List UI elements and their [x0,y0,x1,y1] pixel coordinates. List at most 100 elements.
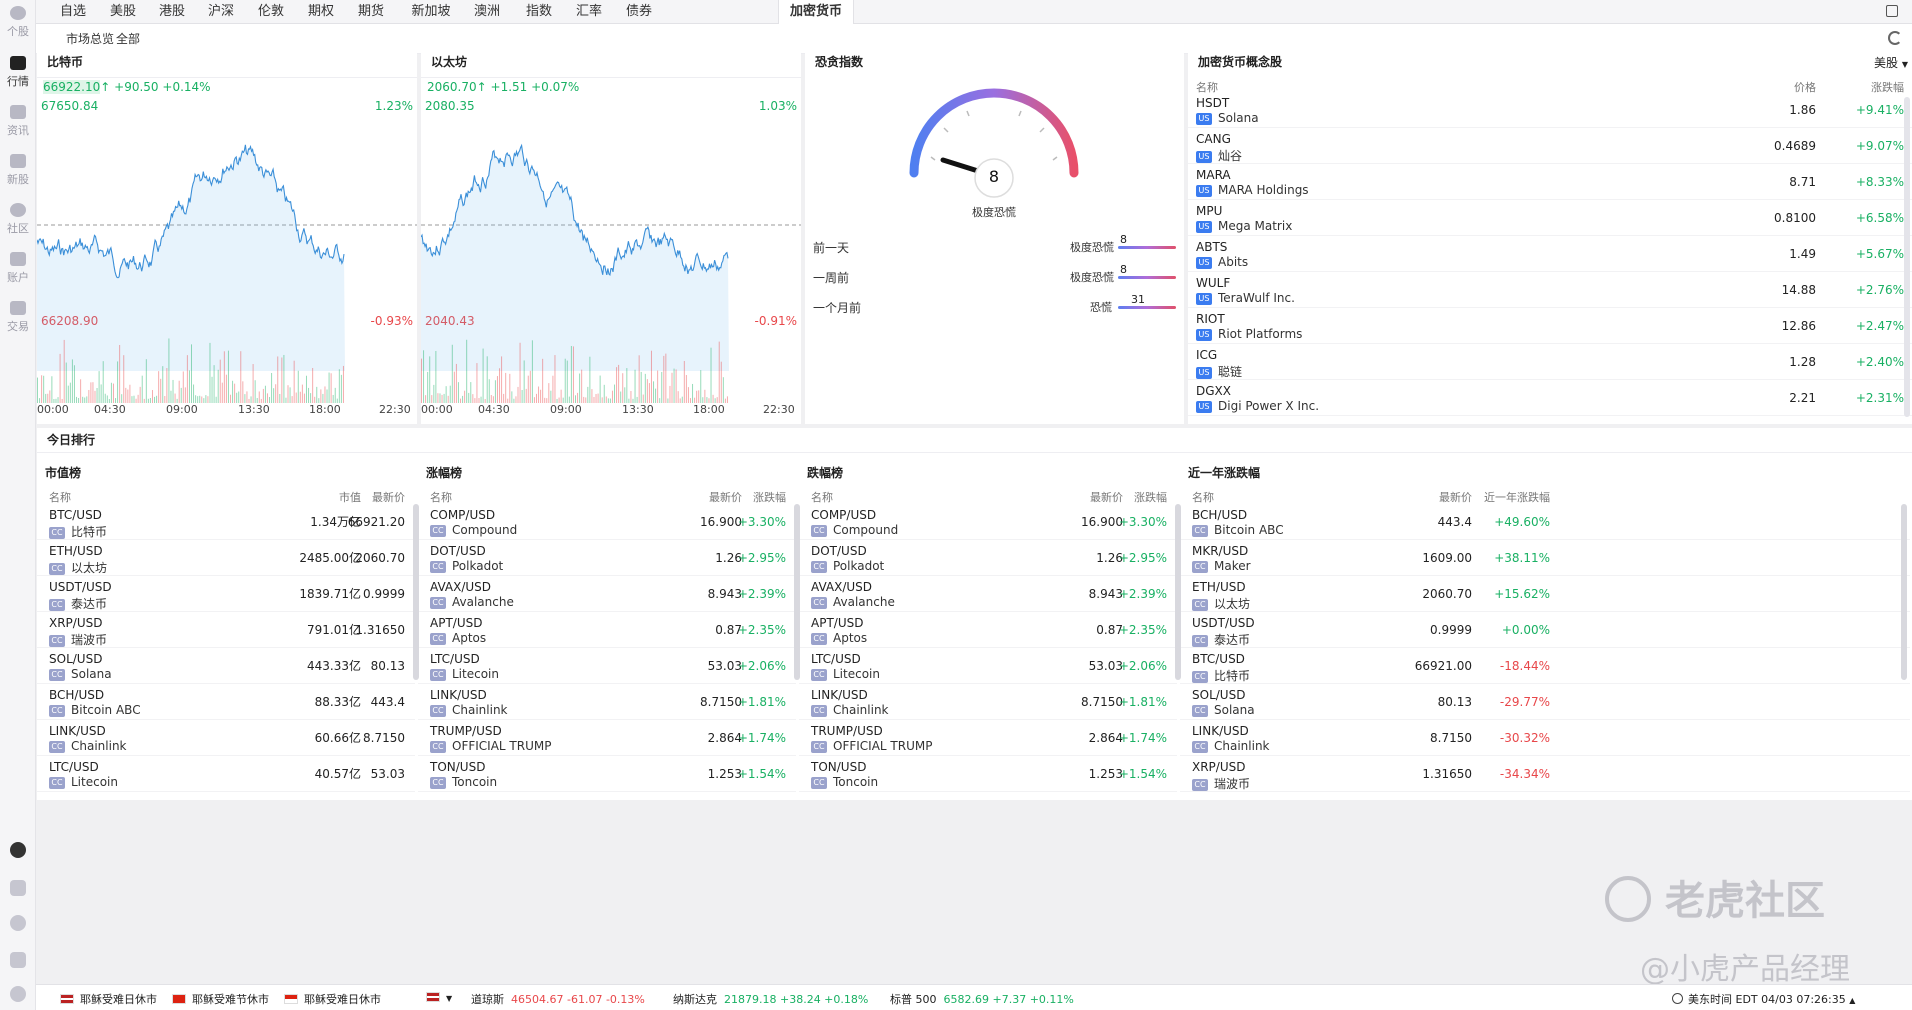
volume-bar [199,395,201,403]
index-sp500[interactable]: 标普 500 6582.69 +7.37 +0.11% [890,991,1074,1007]
ranking-row[interactable]: TRUMP/USD CC OFFICIAL TRUMP 2.864 +1.74% [799,720,1177,756]
ranking-row[interactable]: LTC/USD CC Litecoin 53.03 +2.06% [799,648,1177,684]
tab-hk-stocks[interactable]: 港股 [149,0,195,24]
concept-stock-row[interactable]: WULF US TeraWulf Inc. 14.88 +2.76% [1188,272,1912,308]
index-nasdaq[interactable]: 纳斯达克 21879.18 +38.24 +0.18% [673,991,868,1007]
sidebar-item-market[interactable]: 行情 [0,56,36,89]
ranking-row[interactable]: APT/USD CC Aptos 0.87 +2.35% [418,612,796,648]
volume-bar [252,364,254,403]
pair-symbol: APT/USD [811,616,864,630]
concept-stock-row[interactable]: CANG US 灿谷 0.4689 +9.07% [1188,128,1912,164]
tab-watchlist[interactable]: 自选 [50,0,96,24]
pair-name-line: CC Polkadot [430,559,503,573]
ranking-row[interactable]: LINK/USD CC Chainlink 8.7150 +1.81% [799,684,1177,720]
ranking-row[interactable]: COMP/USD CC Compound 16.900 +3.30% [418,504,796,540]
scrollbar[interactable] [1901,504,1907,680]
sidebar-item-community[interactable]: 社区 [0,203,36,236]
btc-price-chart[interactable] [37,97,417,407]
ranking-row[interactable]: AVAX/USD CC Avalanche 8.943 +2.39% [418,576,796,612]
tab-bonds[interactable]: 债券 [616,0,662,24]
ranking-row[interactable]: BTC/USD CC 比特币 66921.00 -18.44% [1180,648,1910,684]
refresh-icon[interactable] [1888,31,1902,45]
ranking-row[interactable]: TON/USD CC Toncoin 1.253 +1.54% [418,756,796,792]
volume-bar [542,358,544,403]
concept-stock-row[interactable]: RIOT US Riot Platforms 12.86 +2.47% [1188,308,1912,344]
ranking-row[interactable]: USDT/USD CC 泰达币 0.9999 +0.00% [1180,612,1910,648]
ranking-row[interactable]: AVAX/USD CC Avalanche 8.943 +2.39% [799,576,1177,612]
ranking-row[interactable]: LINK/USD CC Chainlink 8.7150 -30.32% [1180,720,1910,756]
index-market-selector[interactable]: ▼ [426,991,452,1004]
volume-bar [217,369,219,403]
concept-stock-row[interactable]: ICG US 聪链 1.28 +2.40% [1188,344,1912,380]
tab-options[interactable]: 期权 [298,0,344,24]
tab-forex[interactable]: 汇率 [566,0,612,24]
pair-name-line: CC 泰达币 [1192,631,1250,648]
pair-symbol: COMP/USD [811,508,877,522]
ranking-row[interactable]: LTC/USD CC Litecoin 53.03 +2.06% [418,648,796,684]
scrollbar[interactable] [413,504,419,680]
mail-icon[interactable] [10,952,26,968]
scrollbar[interactable] [794,504,800,680]
concept-stock-row[interactable]: ABTS US Abits 1.49 +5.67% [1188,236,1912,272]
market-selector[interactable]: 美股 ▼ [1874,54,1908,71]
sidebar-item-news[interactable]: 资讯 [0,105,36,138]
index-dow[interactable]: 道琼斯 46504.67 -61.07 -0.13% [471,991,645,1007]
ranking-row[interactable]: SOL/USD CC Solana 80.13 -29.77% [1180,684,1910,720]
tab-futures[interactable]: 期货 [348,0,394,24]
crypto-badge: CC [811,705,827,717]
volume-bar [425,395,427,403]
volume-bar [421,358,422,403]
caret-down-icon: ▼ [1901,60,1908,69]
scrollbar[interactable] [1175,504,1181,680]
ranking-row[interactable]: TRUMP/USD CC OFFICIAL TRUMP 2.864 +1.74% [418,720,796,756]
grid-icon[interactable] [10,880,26,896]
holiday-text: 耶稣受难日休市 [80,993,157,1006]
window-icon[interactable] [1886,5,1898,17]
ranking-row[interactable]: BCH/USD CC Bitcoin ABC 443.4 +49.60% [1180,504,1910,540]
tab-us-stocks[interactable]: 美股 [100,0,146,24]
ranking-row[interactable]: MKR/USD CC Maker 1609.00 +38.11% [1180,540,1910,576]
ranking-row[interactable]: APT/USD CC Aptos 0.87 +2.35% [799,612,1177,648]
pair-name-line: CC Toncoin [811,775,878,789]
concept-stock-row[interactable]: DGXX US Digi Power X Inc. 2.21 +2.31% [1188,380,1912,416]
tab-crypto[interactable]: 加密货币 [778,0,854,25]
volume-bar [599,375,601,403]
ranking-row[interactable]: SOL/USD CC Solana 443.33亿 80.13 [37,648,415,684]
concept-stock-row[interactable]: HSDT US Solana 1.86 +9.41% [1188,92,1912,128]
value-b: +0.00% [1501,623,1550,637]
ranking-row[interactable]: TON/USD CC Toncoin 1.253 +1.54% [799,756,1177,792]
robot-assistant-icon[interactable] [10,842,26,858]
sidebar-item-trade[interactable]: 交易 [0,301,36,334]
concept-stock-row[interactable]: MPU US Mega Matrix 0.8100 +6.58% [1188,200,1912,236]
ranking-row[interactable]: BTC/USD CC 比特币 1.34万亿 66921.20 [37,504,415,540]
ranking-row[interactable]: XRP/USD CC 瑞波币 791.01亿 1.31650 [37,612,415,648]
tab-indices[interactable]: 指数 [516,0,562,24]
tab-singapore[interactable]: 新加坡 [402,0,460,24]
ranking-row[interactable]: DOT/USD CC Polkadot 1.26 +2.95% [799,540,1177,576]
tab-london[interactable]: 伦敦 [248,0,294,24]
concept-stock-row[interactable]: MARA US MARA Holdings 8.71 +8.33% [1188,164,1912,200]
headset-icon[interactable] [10,915,26,931]
sidebar-item-stock[interactable]: 个股 [0,6,36,39]
volume-bar [209,342,211,403]
settings-icon[interactable] [10,986,26,1002]
ranking-row[interactable]: ETH/USD CC 以太坊 2060.70 +15.62% [1180,576,1910,612]
scrollbar[interactable] [1904,97,1910,417]
ranking-row[interactable]: XRP/USD CC 瑞波币 1.31650 -34.34% [1180,756,1910,792]
tab-australia[interactable]: 澳洲 [464,0,510,24]
volume-bar [47,393,49,403]
volume-bar [67,385,69,403]
ranking-row[interactable]: LTC/USD CC Litecoin 40.57亿 53.03 [37,756,415,792]
sidebar-item-account[interactable]: 账户 [0,252,36,285]
pair-name: Chainlink [1214,739,1270,753]
eth-price-chart[interactable] [421,97,801,407]
ranking-row[interactable]: BCH/USD CC Bitcoin ABC 88.33亿 443.4 [37,684,415,720]
ranking-row[interactable]: USDT/USD CC 泰达币 1839.71亿 0.9999 [37,576,415,612]
ranking-row[interactable]: ETH/USD CC 以太坊 2485.00亿 2060.70 [37,540,415,576]
ranking-row[interactable]: LINK/USD CC Chainlink 60.66亿 8.7150 [37,720,415,756]
ranking-row[interactable]: COMP/USD CC Compound 16.900 +3.30% [799,504,1177,540]
ranking-row[interactable]: LINK/USD CC Chainlink 8.7150 +1.81% [418,684,796,720]
tab-a-shares[interactable]: 沪深 [198,0,244,24]
sidebar-item-ipo[interactable]: 新股 [0,154,36,187]
ranking-row[interactable]: DOT/USD CC Polkadot 1.26 +2.95% [418,540,796,576]
